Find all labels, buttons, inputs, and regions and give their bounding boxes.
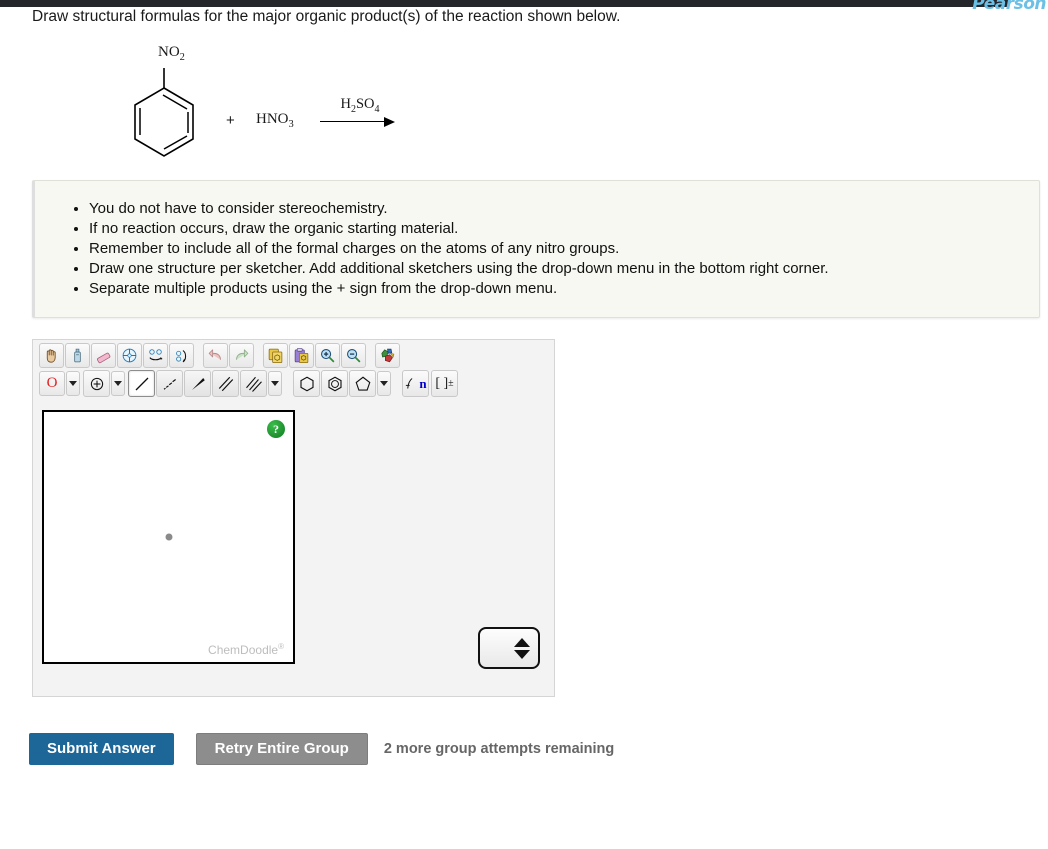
double-bond-tool[interactable] bbox=[212, 370, 239, 397]
templates-icon[interactable] bbox=[375, 343, 400, 368]
reagent-hno3: HNO3 bbox=[256, 111, 294, 130]
sketcher-canvas[interactable]: ? ChemDoodle® bbox=[42, 410, 295, 664]
center-icon[interactable] bbox=[117, 343, 142, 368]
list-item: Separate multiple products using the + s… bbox=[89, 279, 1019, 299]
add-sketcher-spinner[interactable] bbox=[478, 627, 540, 669]
benzene-ring-tool[interactable] bbox=[321, 370, 348, 397]
instructions-list: You do not have to consider stereochemis… bbox=[65, 199, 1019, 299]
undo-icon[interactable] bbox=[203, 343, 228, 368]
reaction-scheme: NO2 + HNO3 H2SO4 bbox=[130, 44, 550, 164]
list-item: Draw one structure per sketcher. Add add… bbox=[89, 259, 1019, 279]
cyclohexane-ring-tool[interactable] bbox=[293, 370, 320, 397]
cyclopentane-ring-tool[interactable] bbox=[349, 370, 376, 397]
clear-icon[interactable] bbox=[65, 343, 90, 368]
spinner-arrows-icon bbox=[514, 637, 530, 659]
pan-hand-icon[interactable] bbox=[39, 343, 64, 368]
list-item: Remember to include all of the formal ch… bbox=[89, 239, 1019, 259]
atom-label-dropdown-caret[interactable] bbox=[66, 371, 80, 396]
submit-answer-button[interactable]: Submit Answer bbox=[29, 733, 174, 765]
list-item: If no reaction occurs, draw the organic … bbox=[89, 219, 1019, 239]
ring-dropdown-caret[interactable] bbox=[377, 371, 391, 396]
reaction-arrow-icon bbox=[320, 116, 400, 127]
top-dark-bar bbox=[0, 0, 1008, 7]
instructions-box: You do not have to consider stereochemis… bbox=[32, 180, 1040, 318]
charge-dropdown-caret[interactable] bbox=[111, 371, 125, 396]
attempts-remaining-text: 2 more group attempts remaining bbox=[383, 741, 615, 757]
hash-bond-tool[interactable] bbox=[156, 370, 183, 397]
benzene-ring-drawing bbox=[134, 68, 194, 157]
list-item: You do not have to consider stereochemis… bbox=[89, 199, 1019, 219]
help-icon[interactable]: ? bbox=[267, 420, 285, 438]
chemdoodle-watermark: ChemDoodle® bbox=[208, 642, 284, 657]
plus-operator: + bbox=[226, 112, 235, 129]
chemdoodle-sketcher: O n [] ± ? ChemDoodle® bbox=[32, 339, 555, 697]
single-bond-tool[interactable] bbox=[128, 370, 155, 397]
flip-horizontal-icon[interactable] bbox=[143, 343, 168, 368]
triple-bond-tool[interactable] bbox=[240, 370, 267, 397]
nitro-group-label: NO2 bbox=[158, 44, 185, 63]
chain-tool-icon[interactable]: n bbox=[402, 370, 429, 397]
catalyst-h2so4-label: H2SO4 bbox=[340, 96, 380, 115]
charge-tool-icon[interactable] bbox=[83, 370, 110, 397]
wedge-bond-tool[interactable] bbox=[184, 370, 211, 397]
eraser-icon[interactable] bbox=[91, 343, 116, 368]
zoom-in-icon[interactable] bbox=[315, 343, 340, 368]
reaction-arrow-block: H2SO4 bbox=[320, 96, 400, 127]
bracket-charge-tool[interactable]: [ ] ± bbox=[431, 370, 458, 397]
flip-vertical-icon[interactable] bbox=[169, 343, 194, 368]
nitrobenzene-structure: NO2 bbox=[130, 44, 240, 159]
redo-icon[interactable] bbox=[229, 343, 254, 368]
zoom-out-icon[interactable] bbox=[341, 343, 366, 368]
canvas-center-dot bbox=[165, 533, 172, 541]
retry-entire-group-button[interactable]: Retry Entire Group bbox=[195, 733, 368, 765]
sketcher-toolbar-row-2: O n [] ± bbox=[33, 368, 554, 397]
sketcher-toolbar-row-1 bbox=[33, 340, 554, 368]
atom-label-oxygen-button[interactable]: O bbox=[39, 371, 65, 396]
bond-dropdown-caret[interactable] bbox=[268, 371, 282, 396]
copy-icon[interactable] bbox=[263, 343, 288, 368]
footer-actions: Submit Answer Retry Entire Group 2 more … bbox=[29, 733, 614, 765]
brand-logo: Pearson bbox=[972, 0, 1046, 10]
paste-icon[interactable] bbox=[289, 343, 314, 368]
question-prompt: Draw structural formulas for the major o… bbox=[32, 8, 621, 25]
